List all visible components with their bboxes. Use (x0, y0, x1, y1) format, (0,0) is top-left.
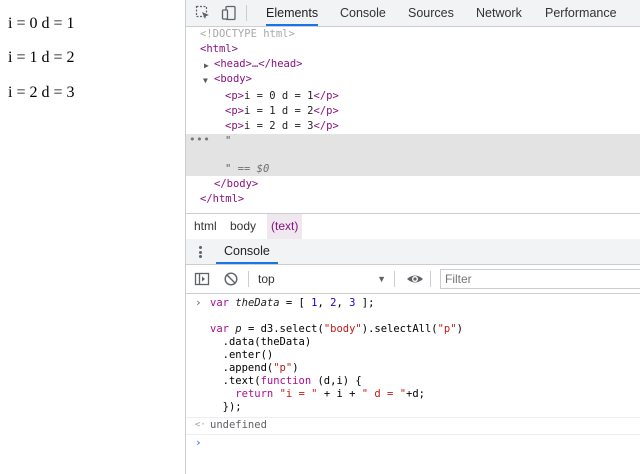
inspect-element-icon[interactable] (194, 4, 212, 22)
tab-elements[interactable]: Elements (266, 0, 319, 26)
device-toolbar-icon[interactable] (220, 4, 238, 22)
dom-head-collapsed[interactable]: <head>…</head> (214, 57, 303, 72)
toolbar-divider (246, 5, 247, 21)
dom-p-3-text: i = 2 d = 3 (243, 120, 314, 132)
console-input-line-6: .append("p") (210, 362, 299, 374)
console-divider (186, 417, 640, 418)
console-input-line-4: .data(theData) (210, 336, 312, 348)
page-paragraph-2: i = 1 d = 2 (8, 49, 75, 66)
node-actions-ellipsis-icon[interactable]: ••• (189, 133, 210, 146)
dom-html-close[interactable]: </html> (200, 192, 244, 207)
dom-tree: ••• <!DOCTYPE html> <html> ▶ <head>…</he… (186, 27, 640, 213)
dom-p-1-close: </p> (313, 90, 339, 102)
more-tools-icon[interactable] (199, 246, 202, 258)
toolbar-divider (394, 271, 395, 287)
toolbar-divider (430, 271, 431, 287)
dom-body-close[interactable]: </body> (214, 177, 258, 192)
dom-html-open[interactable]: <html> (200, 42, 238, 57)
dom-p-3[interactable]: <p>i = 2 d = 3</p> (225, 119, 339, 134)
console-input-line-1: var theData = [ 1, 2, 3 ]; (210, 297, 375, 309)
dom-p-3-close: </p> (313, 120, 339, 132)
live-expression-eye-icon[interactable] (406, 271, 423, 287)
tab-network[interactable]: Network (476, 0, 522, 26)
dom-text-node-close[interactable]: " == $0 (225, 162, 269, 177)
console-input-line-8: return "i = " + i + " d = "+d; (235, 388, 425, 400)
console-toolbar: top ▼ (186, 265, 640, 294)
console-prompt-input[interactable] (210, 437, 630, 450)
tab-sources[interactable]: Sources (408, 0, 454, 26)
dom-p-3-open: <p> (225, 120, 244, 132)
dom-p-2-close: </p> (313, 105, 339, 117)
tab-performance[interactable]: Performance (545, 0, 617, 26)
console-prompt-chevron-icon: › (195, 436, 202, 449)
dom-p-2[interactable]: <p>i = 1 d = 2</p> (225, 104, 339, 119)
console-input-line-9: }); (210, 401, 242, 413)
console-divider (186, 434, 640, 435)
page-viewport: i = 0 d = 1 i = 1 d = 2 i = 2 d = 3 (0, 0, 185, 474)
console-input-line-7: .text(function (d,i) { (210, 375, 362, 387)
drawer-tab-console[interactable]: Console (216, 239, 278, 264)
dom-text-node-open[interactable]: " (225, 134, 231, 149)
show-sidebar-icon[interactable] (194, 271, 210, 287)
dom-text-node-quote: " (225, 163, 232, 175)
breadcrumb-text[interactable]: (text) (267, 214, 303, 239)
filter-input[interactable] (440, 269, 640, 289)
input-echo-chevron-icon: › (195, 296, 202, 309)
dom-p-2-text: i = 1 d = 2 (243, 105, 314, 117)
context-selector-value: top (258, 272, 275, 286)
devtools-tabbar: Elements Console Sources Network Perform… (186, 0, 640, 27)
devtools-panel: Elements Console Sources Network Perform… (185, 0, 640, 474)
collapse-triangle-icon[interactable]: ▼ (203, 76, 208, 85)
dom-p-1-open: <p> (225, 90, 244, 102)
dropdown-arrow-icon: ▼ (377, 274, 386, 284)
dom-p-1[interactable]: <p>i = 0 d = 1</p> (225, 89, 339, 104)
dom-p-1-text: i = 0 d = 1 (243, 90, 314, 102)
console-input-line-3: var p = d3.select("body").selectAll("p") (210, 323, 463, 335)
dom-body-open[interactable]: <body> (214, 72, 252, 87)
console-output: › var theData = [ 1, 2, 3 ]; var p = d3.… (186, 294, 640, 474)
breadcrumb-html[interactable]: html (190, 214, 221, 239)
breadcrumb-body[interactable]: body (226, 214, 260, 239)
console-input-line-5: .enter() (210, 349, 274, 361)
context-selector[interactable]: top ▼ (258, 270, 386, 288)
page-paragraph-3: i = 2 d = 3 (8, 84, 75, 101)
clear-console-icon[interactable] (223, 271, 239, 287)
result-arrow-icon: <· (195, 420, 206, 430)
toolbar-divider (248, 271, 249, 287)
drawer-tabbar: Console (186, 239, 640, 265)
dom-text-node-ref: == $0 (237, 163, 270, 175)
dom-doctype[interactable]: <!DOCTYPE html> (200, 27, 295, 42)
page-paragraph-1: i = 0 d = 1 (8, 15, 75, 32)
expand-triangle-icon[interactable]: ▶ (204, 61, 209, 70)
dom-p-2-open: <p> (225, 105, 244, 117)
console-result: undefined (210, 419, 267, 431)
tab-console[interactable]: Console (340, 0, 386, 26)
breadcrumb: html body (text) (186, 213, 640, 240)
